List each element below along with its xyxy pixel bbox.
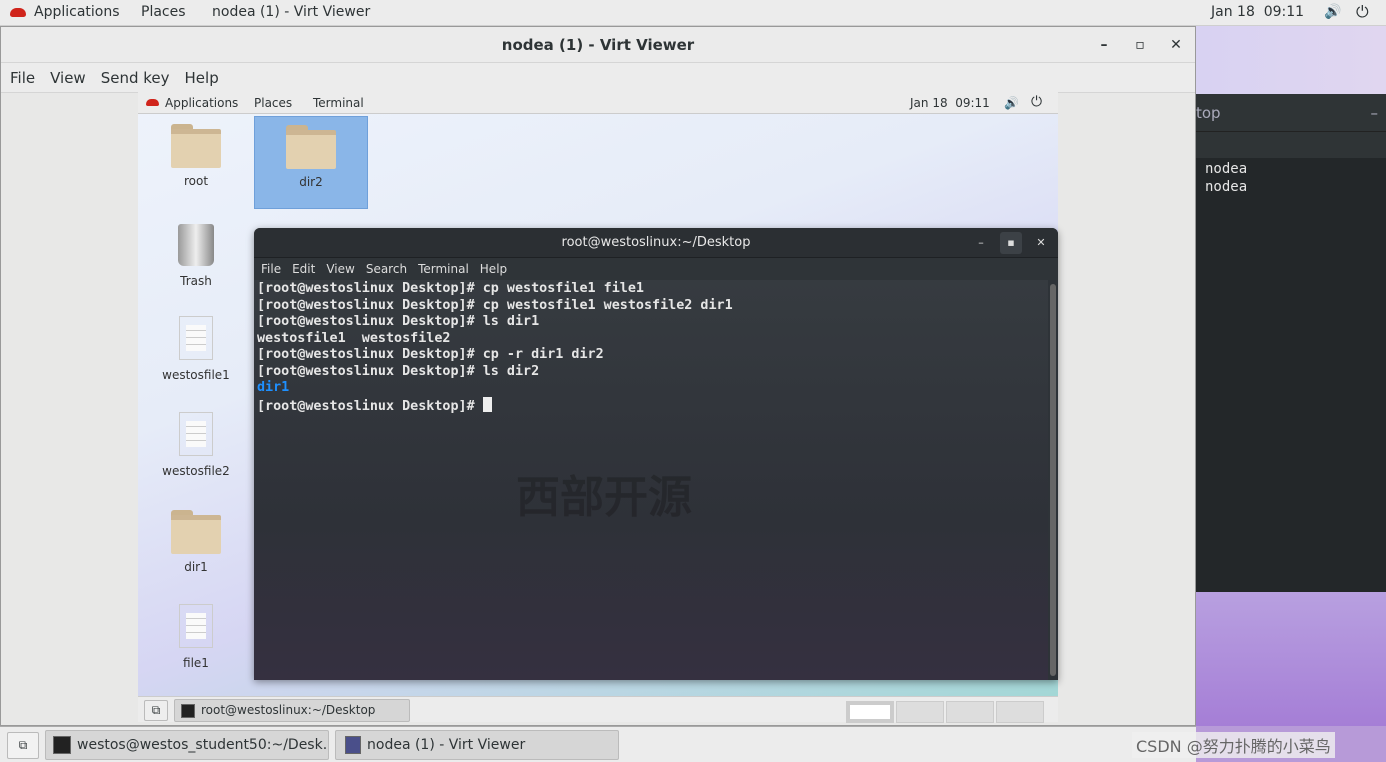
vm-top-bar: Applications Places Terminal Jan 18 09:1…	[138, 92, 1058, 114]
terminal-prompt: [root@westoslinux Desktop]#	[257, 398, 483, 414]
vm-display[interactable]: Applications Places Terminal Jan 18 09:1…	[138, 92, 1058, 723]
minimize-button[interactable]: –	[970, 232, 992, 254]
watermark-logo: 西部开源	[516, 472, 692, 523]
scrollbar[interactable]	[1050, 284, 1056, 676]
show-desktop-button[interactable]: ⧉	[7, 732, 39, 759]
desktop-icon-dir2[interactable]: dir2	[254, 116, 368, 209]
vm-places-menu[interactable]: Places	[254, 96, 292, 110]
desktop-icon-dir1[interactable]: dir1	[146, 510, 246, 574]
terminal-line: [root@westoslinux Desktop]# cp westosfil…	[257, 297, 733, 313]
taskbar-label: nodea (1) - Virt Viewer	[367, 737, 526, 753]
desktop-background	[1196, 592, 1386, 726]
workspace-2[interactable]	[896, 701, 944, 723]
active-app-label[interactable]: nodea (1) - Virt Viewer	[212, 4, 370, 20]
terminal-line: [root@westoslinux Desktop]# cp -r dir1 d…	[257, 347, 604, 362]
folder-icon	[171, 510, 221, 554]
volume-icon[interactable]: 🔊	[1004, 96, 1019, 110]
terminal-menubar: File Edit View Search Terminal Help	[254, 258, 1058, 280]
menu-file[interactable]: File	[10, 69, 35, 87]
desktop-icon-file1[interactable]: file1	[146, 604, 246, 670]
menu-view[interactable]: View	[326, 262, 354, 276]
maximize-button[interactable]: ▫	[1125, 27, 1155, 63]
workspace-3[interactable]	[946, 701, 994, 723]
terminal-line: [root@westoslinux Desktop]# ls dir2	[257, 363, 540, 379]
menu-help[interactable]: Help	[480, 262, 507, 276]
desktop-icon-westosfile2[interactable]: westosfile2	[146, 412, 246, 478]
terminal-line: westosfile1 westosfile2	[257, 330, 451, 346]
icon-label: dir1	[184, 560, 208, 574]
vm-bottom-panel: ⧉ root@westoslinux:~/Desktop	[138, 696, 1058, 723]
background-terminal[interactable]: top – nodea nodea	[1196, 94, 1386, 592]
trash-icon	[178, 224, 214, 266]
menu-view[interactable]: View	[50, 69, 86, 87]
text-file-icon	[179, 604, 213, 648]
bg-terminal-title: top	[1196, 104, 1221, 122]
desktop-background	[1196, 26, 1386, 94]
maximize-button[interactable]: ▪	[1000, 232, 1022, 254]
text-file-icon	[179, 412, 213, 456]
vm-taskbar-terminal[interactable]: root@westoslinux:~/Desktop	[174, 699, 410, 722]
power-icon[interactable]: ⏻	[1031, 94, 1042, 110]
icon-label: dir2	[299, 175, 323, 189]
host-top-bar: Applications Places nodea (1) - Virt Vie…	[0, 0, 1386, 26]
redhat-logo-icon	[10, 8, 26, 17]
menu-terminal[interactable]: Terminal	[418, 262, 469, 276]
host-taskbar-virt-viewer[interactable]: nodea (1) - Virt Viewer	[335, 730, 619, 760]
terminal-icon	[53, 736, 71, 754]
icon-label: root	[183, 174, 209, 188]
taskbar-label: westos@westos_student50:~/Desk...	[77, 737, 329, 753]
directory-output: dir1	[257, 380, 290, 395]
bg-terminal-line: nodea	[1205, 161, 1248, 177]
icon-label: westosfile1	[162, 368, 230, 382]
desktop-icon-westosfile1[interactable]: westosfile1	[146, 316, 246, 382]
desktop-icon-root[interactable]: root	[146, 124, 246, 188]
terminal-line: [root@westoslinux Desktop]# cp westosfil…	[257, 281, 644, 296]
menu-help[interactable]: Help	[185, 69, 219, 87]
menu-search[interactable]: Search	[366, 262, 407, 276]
terminal-line: [root@westoslinux Desktop]# ls dir1	[257, 314, 540, 329]
menu-send-key[interactable]: Send key	[101, 69, 170, 87]
taskbar-label: root@westoslinux:~/Desktop	[201, 703, 376, 717]
icon-label: westosfile2	[162, 464, 230, 478]
icon-label: Trash	[180, 274, 212, 288]
terminal-titlebar[interactable]: root@westoslinux:~/Desktop – ▪ ✕	[254, 228, 1058, 258]
terminal-icon	[181, 703, 195, 718]
menubar: File View Send key Help	[1, 63, 1195, 93]
terminal-output[interactable]: 西部开源 [root@westoslinux Desktop]# cp westo…	[254, 280, 1048, 680]
clock[interactable]: Jan 18 09:11	[1211, 4, 1304, 20]
host-taskbar-terminal[interactable]: westos@westos_student50:~/Desk...	[45, 730, 329, 760]
close-button[interactable]: ✕	[1030, 232, 1052, 254]
desktop-icon-trash[interactable]: Trash	[146, 224, 246, 288]
volume-icon[interactable]: 🔊	[1324, 4, 1341, 20]
csdn-watermark: CSDN @努力扑腾的小菜鸟	[1132, 732, 1335, 758]
power-icon[interactable]: ⏻	[1356, 2, 1369, 22]
window-title: nodea (1) - Virt Viewer	[501, 36, 695, 54]
vm-terminal-menu[interactable]: Terminal	[313, 96, 364, 110]
minimize-icon[interactable]: –	[1371, 104, 1379, 122]
folder-icon	[286, 125, 336, 169]
menu-file[interactable]: File	[261, 262, 281, 276]
applications-menu[interactable]: Applications	[34, 4, 120, 20]
cursor	[482, 396, 492, 412]
icon-label: file1	[183, 656, 209, 670]
redhat-logo-icon	[146, 99, 159, 106]
virt-viewer-icon	[345, 736, 361, 754]
host-taskbar: ⧉ westos@westos_student50:~/Desk... node…	[0, 726, 1196, 762]
vm-applications-menu[interactable]: Applications	[165, 96, 238, 110]
menu-edit[interactable]: Edit	[292, 262, 315, 276]
terminal-window[interactable]: root@westoslinux:~/Desktop – ▪ ✕ File Edi…	[254, 228, 1058, 680]
terminal-title: root@westoslinux:~/Desktop	[561, 235, 751, 250]
virt-viewer-titlebar[interactable]: nodea (1) - Virt Viewer – ▫ ✕	[1, 27, 1195, 63]
bg-terminal-line: nodea	[1205, 179, 1248, 195]
vm-clock[interactable]: Jan 18 09:11	[910, 96, 990, 110]
places-menu[interactable]: Places	[141, 4, 186, 20]
show-desktop-button[interactable]: ⧉	[144, 700, 168, 721]
workspace-1[interactable]	[846, 701, 894, 723]
text-file-icon	[179, 316, 213, 360]
workspace-4[interactable]	[996, 701, 1044, 723]
close-button[interactable]: ✕	[1161, 27, 1191, 63]
minimize-button[interactable]: –	[1089, 27, 1119, 63]
home-folder-icon	[171, 124, 221, 168]
